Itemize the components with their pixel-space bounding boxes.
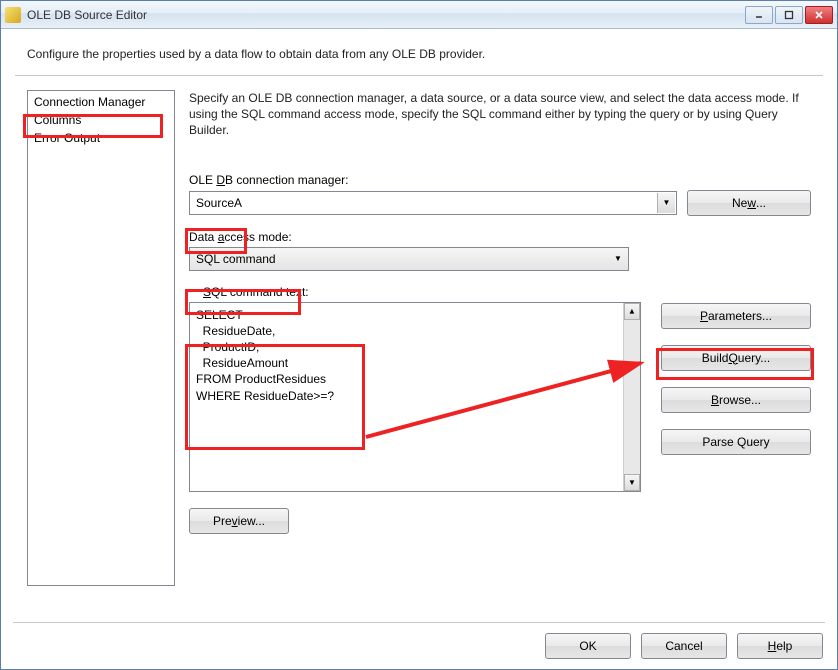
app-icon <box>5 7 21 23</box>
nav-item-columns[interactable]: Columns <box>30 111 172 129</box>
maximize-button[interactable] <box>775 6 803 24</box>
nav-item-connection-manager[interactable]: Connection Manager <box>30 93 172 111</box>
window-title: OLE DB Source Editor <box>27 8 745 22</box>
help-button[interactable]: Help <box>737 633 823 659</box>
parameters-button[interactable]: Parameters... <box>661 303 811 329</box>
access-mode-combo[interactable]: SQL command ▼ <box>189 247 629 271</box>
scroll-up-icon[interactable]: ▼ <box>624 303 640 320</box>
access-mode-value: SQL command <box>196 252 276 266</box>
browse-button[interactable]: Browse... <box>661 387 811 413</box>
conn-manager-combo[interactable]: SourceA ▼ <box>189 191 677 215</box>
chevron-down-icon[interactable]: ▼ <box>657 193 675 213</box>
close-button[interactable] <box>805 6 833 24</box>
divider <box>15 75 823 76</box>
content-area: Configure the properties used by a data … <box>1 29 837 669</box>
sql-text-label: SQL command text: <box>203 285 641 299</box>
cancel-button[interactable]: Cancel <box>641 633 727 659</box>
build-query-button[interactable]: Build Query... <box>661 345 811 371</box>
sql-command-textarea[interactable] <box>190 303 623 491</box>
sql-text-wrapper: ▼ ▼ <box>189 302 641 492</box>
window: OLE DB Source Editor Configure the prope… <box>0 0 838 670</box>
sql-area: SQL command text: ▼ ▼ Preview... <box>189 285 811 534</box>
conn-manager-label: OLE DB connection manager: <box>189 173 811 187</box>
parse-query-button[interactable]: Parse Query <box>661 429 811 455</box>
intro-text: Configure the properties used by a data … <box>1 29 837 75</box>
main-panel: Specify an OLE DB connection manager, a … <box>185 90 811 612</box>
access-mode-label: Data access mode: <box>189 230 811 244</box>
nav-item-error-output[interactable]: Error Output <box>30 129 172 147</box>
titlebar: OLE DB Source Editor <box>1 1 837 29</box>
ok-button[interactable]: OK <box>545 633 631 659</box>
minimize-button[interactable] <box>745 6 773 24</box>
chevron-down-icon[interactable]: ▼ <box>609 249 627 269</box>
scroll-down-icon[interactable]: ▼ <box>624 474 640 491</box>
new-button[interactable]: New... <box>687 190 811 216</box>
window-buttons <box>745 6 833 24</box>
description-text: Specify an OLE DB connection manager, a … <box>189 90 811 139</box>
scrollbar[interactable]: ▼ ▼ <box>623 303 640 491</box>
conn-manager-value: SourceA <box>196 196 242 210</box>
footer: OK Cancel Help <box>1 623 837 669</box>
preview-button[interactable]: Preview... <box>189 508 289 534</box>
nav-list: Connection Manager Columns Error Output <box>27 90 175 586</box>
